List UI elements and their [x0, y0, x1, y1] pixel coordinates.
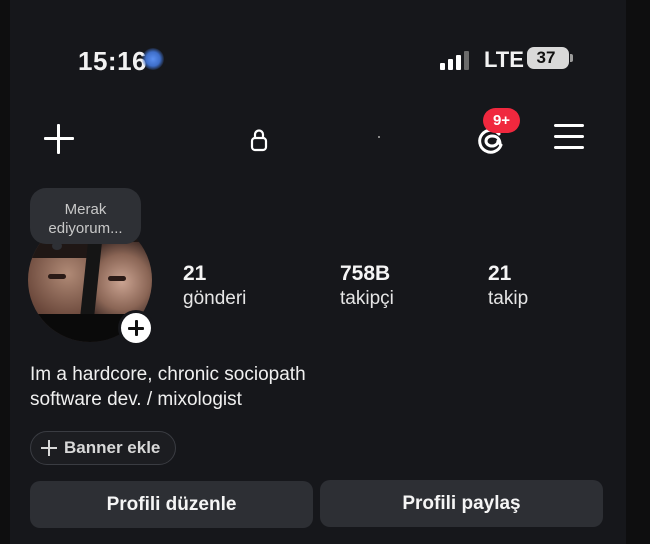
status-time: 15:16	[78, 46, 147, 76]
bio-line-2: software dev. / mixologist	[30, 389, 242, 410]
plus-icon	[41, 440, 57, 456]
network-type: LTE	[484, 47, 524, 72]
following-stat[interactable]: 21 takip	[488, 262, 528, 310]
battery-icon: 37	[527, 47, 569, 69]
cellular-signal-icon	[440, 50, 470, 70]
bio-line-1: Im a hardcore, chronic sociopath	[30, 364, 306, 385]
add-banner-label: Banner ekle	[64, 438, 161, 457]
add-banner-button[interactable]: Banner ekle	[30, 431, 176, 465]
create-plus-icon[interactable]	[44, 124, 74, 154]
note-line-1: Merak	[64, 201, 107, 218]
note-line-2: ediyorum...	[48, 220, 123, 237]
bio: Im a hardcore, chronic sociopath softwar…	[30, 362, 306, 412]
followers-stat[interactable]: 758B takipçi	[340, 262, 394, 310]
posts-stat[interactable]: 21 gönderi	[183, 262, 246, 310]
edit-profile-button[interactable]: Profili düzenle	[30, 481, 313, 528]
followers-count: 758B	[340, 262, 391, 285]
share-profile-button[interactable]: Profili paylaş	[320, 480, 603, 527]
posts-count: 21	[183, 262, 207, 285]
note-bubble[interactable]: Merak ediyorum...	[30, 188, 141, 244]
notification-badge: 9+	[483, 108, 520, 133]
following-label: takip	[488, 288, 529, 309]
username-placeholder	[378, 136, 380, 138]
menu-icon[interactable]	[554, 124, 584, 150]
followers-label: takipçi	[340, 288, 394, 309]
location-indicator-icon	[142, 48, 164, 70]
following-count: 21	[488, 262, 512, 285]
plus-icon	[121, 313, 151, 343]
add-story-button[interactable]	[118, 310, 154, 346]
lock-icon	[250, 129, 268, 152]
battery-cap	[570, 54, 573, 62]
posts-label: gönderi	[183, 288, 247, 309]
battery-level: 37	[536, 48, 556, 67]
